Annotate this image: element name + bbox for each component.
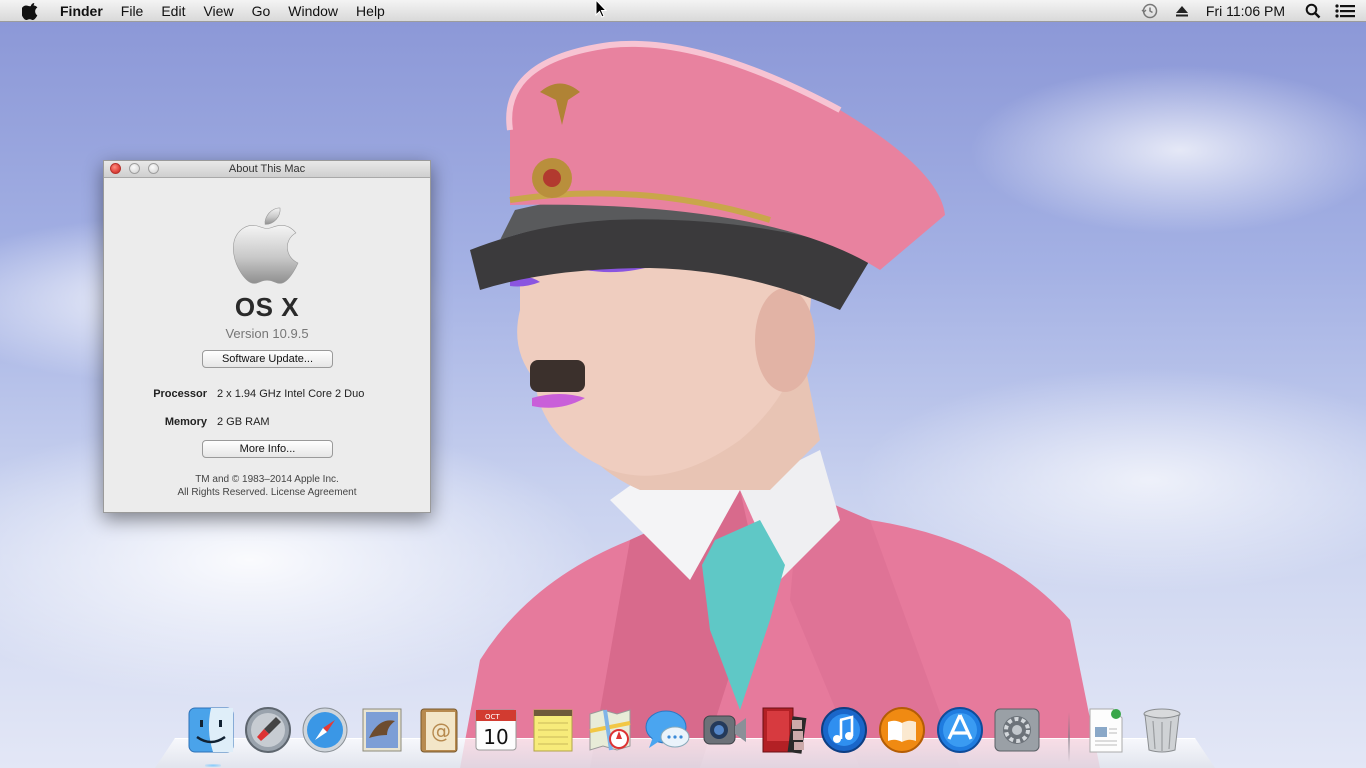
finder-icon[interactable] bbox=[186, 705, 236, 755]
eject-icon[interactable] bbox=[1171, 0, 1193, 22]
finder-running-indicator bbox=[205, 764, 221, 767]
menu-window[interactable]: Window bbox=[279, 0, 347, 22]
launchpad-icon[interactable] bbox=[243, 705, 293, 755]
apple-menu-icon[interactable] bbox=[0, 0, 60, 22]
contacts-icon[interactable]: @ bbox=[414, 705, 464, 755]
itunes-icon[interactable] bbox=[819, 705, 869, 755]
rights-text: All Rights Reserved. License Agreement bbox=[177, 487, 357, 498]
os-name: OS X bbox=[234, 292, 300, 322]
memory-label: Memory bbox=[164, 416, 207, 428]
messages-icon[interactable] bbox=[643, 705, 693, 755]
menu-go[interactable]: Go bbox=[243, 0, 280, 22]
memory-value: 2 GB RAM bbox=[217, 416, 270, 428]
dock-separator bbox=[1068, 712, 1070, 762]
minimize-window-button[interactable] bbox=[129, 163, 140, 174]
menu-bar: Finder File Edit View Go Window Help Fri… bbox=[0, 0, 1366, 22]
about-this-mac-window: About This Mac OS X Version 10.9.5 Softw… bbox=[103, 160, 431, 513]
calendar-icon[interactable]: OCT 10 bbox=[471, 705, 521, 755]
processor-label: Processor bbox=[153, 388, 207, 400]
mail-icon[interactable] bbox=[357, 705, 407, 755]
window-title: About This Mac bbox=[228, 163, 306, 175]
svg-text:@: @ bbox=[431, 719, 451, 743]
notification-center-icon[interactable] bbox=[1334, 0, 1356, 22]
trash-icon[interactable] bbox=[1137, 705, 1187, 755]
mouse-cursor-icon bbox=[595, 0, 607, 18]
processor-value: 2 x 1.94 GHz Intel Core 2 Duo bbox=[217, 388, 365, 400]
app-store-icon[interactable] bbox=[935, 705, 985, 755]
menu-help[interactable]: Help bbox=[347, 0, 394, 22]
ibooks-icon[interactable] bbox=[877, 705, 927, 755]
menu-view[interactable]: View bbox=[194, 0, 242, 22]
more-info-button[interactable]: More Info... bbox=[202, 440, 333, 458]
software-update-button[interactable]: Software Update... bbox=[202, 350, 333, 368]
wallpaper-portrait bbox=[460, 40, 1100, 768]
menu-edit[interactable]: Edit bbox=[152, 0, 194, 22]
safari-icon[interactable] bbox=[300, 705, 350, 755]
apple-logo-icon bbox=[233, 207, 299, 284]
window-titlebar[interactable]: About This Mac bbox=[104, 161, 430, 178]
zoom-window-button[interactable] bbox=[148, 163, 159, 174]
facetime-icon[interactable] bbox=[700, 705, 750, 755]
menu-file[interactable]: File bbox=[112, 0, 153, 22]
spotlight-search-icon[interactable] bbox=[1302, 0, 1324, 22]
time-machine-icon[interactable] bbox=[1139, 0, 1161, 22]
menubar-clock[interactable]: Fri 11:06 PM bbox=[1198, 0, 1297, 22]
notes-icon[interactable] bbox=[528, 705, 578, 755]
os-version: Version 10.9.5 bbox=[225, 326, 309, 341]
calendar-month: OCT bbox=[485, 713, 500, 721]
copyright-text: TM and © 1983–2014 Apple Inc. bbox=[195, 474, 339, 485]
calendar-day: 10 bbox=[483, 725, 508, 749]
system-preferences-icon[interactable] bbox=[992, 705, 1042, 755]
maps-icon[interactable] bbox=[585, 705, 635, 755]
close-window-button[interactable] bbox=[110, 163, 121, 174]
menu-app-finder[interactable]: Finder bbox=[60, 0, 112, 22]
photo-booth-icon[interactable] bbox=[758, 705, 808, 755]
document-icon[interactable] bbox=[1080, 705, 1130, 755]
